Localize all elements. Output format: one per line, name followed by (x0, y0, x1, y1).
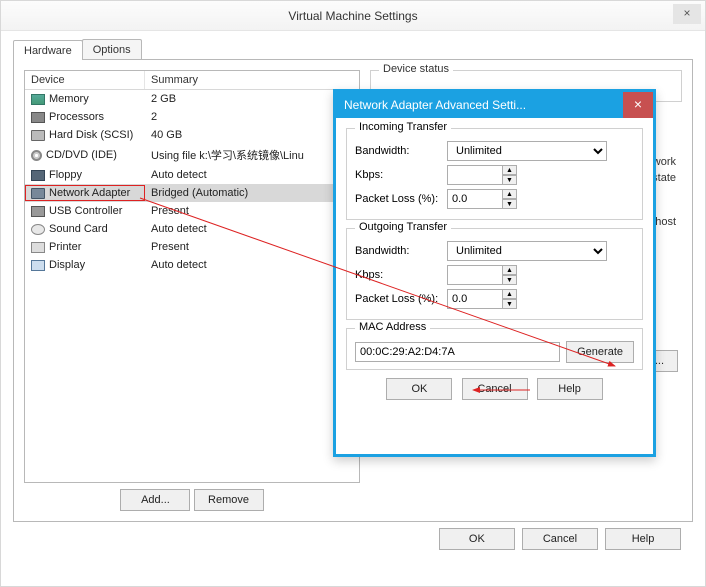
device-summary: Present (145, 239, 359, 255)
in-packetloss-label: Packet Loss (%): (355, 193, 447, 205)
hdd-icon (31, 130, 45, 141)
device-summary: Using file k:\学习\系统镜像\Linu (145, 145, 359, 165)
device-panel: Device Summary Memory2 GBProcessors2Hard… (24, 70, 360, 511)
device-row-hard-disk-scsi-[interactable]: Hard Disk (SCSI) 40 GB (25, 126, 359, 144)
outgoing-transfer-group: Outgoing Transfer Bandwidth: Unlimited K… (346, 228, 643, 320)
device-name: Printer (49, 241, 81, 253)
adv-close-button[interactable]: × (623, 92, 653, 118)
floppy-icon (31, 170, 45, 181)
device-row-network-adapter[interactable]: Network Adapter Bridged (Automatic) (25, 184, 359, 202)
out-packetloss-spinner[interactable]: ▲▼ (502, 289, 517, 309)
add-button[interactable]: Add... (120, 489, 190, 511)
incoming-legend: Incoming Transfer (355, 121, 451, 133)
out-packetloss-label: Packet Loss (%): (355, 293, 447, 305)
cpu-icon (31, 112, 45, 123)
adv-body: Incoming Transfer Bandwidth: Unlimited K… (336, 118, 653, 408)
mem-icon (31, 94, 45, 105)
device-name: Network Adapter (49, 187, 130, 199)
device-name: CD/DVD (IDE) (46, 149, 117, 161)
device-list: Device Summary Memory2 GBProcessors2Hard… (24, 70, 360, 483)
adv-help-button[interactable]: Help (537, 378, 603, 400)
out-kbps-spinner[interactable]: ▲▼ (502, 265, 517, 285)
device-row-cd-dvd-ide-[interactable]: CD/DVD (IDE) Using file k:\学习\系统镜像\Linu (25, 144, 359, 166)
device-name: Display (49, 259, 85, 271)
device-name: Memory (49, 93, 89, 105)
device-name: Sound Card (49, 223, 108, 235)
device-summary: Auto detect (145, 221, 359, 237)
device-row-memory[interactable]: Memory 2 GB (25, 90, 359, 108)
out-bandwidth-label: Bandwidth: (355, 245, 447, 257)
device-name: Processors (49, 111, 104, 123)
incoming-transfer-group: Incoming Transfer Bandwidth: Unlimited K… (346, 128, 643, 220)
main-dialog-buttons: OK Cancel Help (13, 522, 693, 550)
tabbar: Hardware Options (13, 39, 693, 60)
cd-icon (31, 150, 42, 161)
device-summary: Auto detect (145, 167, 359, 183)
main-titlebar: Virtual Machine Settings × (1, 1, 705, 31)
main-close-button[interactable]: × (673, 4, 701, 24)
tab-hardware[interactable]: Hardware (13, 40, 83, 60)
device-row-usb-controller[interactable]: USB Controller Present (25, 202, 359, 220)
device-name: Floppy (49, 169, 82, 181)
snd-icon (31, 224, 45, 235)
device-row-printer[interactable]: Printer Present (25, 238, 359, 256)
remove-button[interactable]: Remove (194, 489, 264, 511)
device-row-processors[interactable]: Processors 2 (25, 108, 359, 126)
advanced-settings-dialog: Network Adapter Advanced Setti... × Inco… (333, 89, 656, 457)
device-status-legend: Device status (379, 63, 453, 75)
device-list-header: Device Summary (25, 71, 359, 90)
adv-titlebar[interactable]: Network Adapter Advanced Setti... × (336, 92, 653, 118)
main-cancel-button[interactable]: Cancel (522, 528, 598, 550)
adv-dialog-buttons: OK Cancel Help (346, 378, 643, 400)
in-packetloss-spinner[interactable]: ▲▼ (502, 189, 517, 209)
device-name: Hard Disk (SCSI) (49, 129, 133, 141)
prn-icon (31, 242, 45, 253)
adv-ok-button[interactable]: OK (386, 378, 452, 400)
mac-address-group: MAC Address Generate (346, 328, 643, 370)
disp-icon (31, 260, 45, 271)
device-row-display[interactable]: Display Auto detect (25, 256, 359, 274)
generate-button[interactable]: Generate (566, 341, 634, 363)
mac-address-input[interactable] (355, 342, 560, 362)
main-ok-button[interactable]: OK (439, 528, 515, 550)
device-row-floppy[interactable]: Floppy Auto detect (25, 166, 359, 184)
device-summary: 40 GB (145, 127, 359, 143)
device-summary: 2 (145, 109, 359, 125)
outgoing-legend: Outgoing Transfer (355, 221, 451, 233)
tab-options[interactable]: Options (82, 39, 142, 59)
device-summary: Bridged (Automatic) (145, 185, 359, 201)
main-title: Virtual Machine Settings (288, 9, 417, 23)
adv-cancel-button[interactable]: Cancel (462, 378, 528, 400)
main-help-button[interactable]: Help (605, 528, 681, 550)
usb-icon (31, 206, 45, 217)
device-summary: Present (145, 203, 359, 219)
mac-legend: MAC Address (355, 321, 430, 333)
device-row-sound-card[interactable]: Sound Card Auto detect (25, 220, 359, 238)
device-summary: Auto detect (145, 257, 359, 273)
out-packetloss-input[interactable] (447, 289, 503, 309)
in-kbps-label: Kbps: (355, 169, 447, 181)
adv-title: Network Adapter Advanced Setti... (344, 98, 526, 112)
in-bandwidth-label: Bandwidth: (355, 145, 447, 157)
in-packetloss-input[interactable] (447, 189, 503, 209)
header-device: Device (25, 71, 145, 89)
out-bandwidth-select[interactable]: Unlimited (447, 241, 607, 261)
out-kbps-input[interactable] (447, 265, 503, 285)
header-summary: Summary (145, 71, 359, 89)
in-bandwidth-select[interactable]: Unlimited (447, 141, 607, 161)
net-icon (31, 188, 45, 199)
in-kbps-spinner[interactable]: ▲▼ (502, 165, 517, 185)
out-kbps-label: Kbps: (355, 269, 447, 281)
device-name: USB Controller (49, 205, 122, 217)
device-summary: 2 GB (145, 91, 359, 107)
device-panel-buttons: Add... Remove (24, 489, 360, 511)
in-kbps-input[interactable] (447, 165, 503, 185)
